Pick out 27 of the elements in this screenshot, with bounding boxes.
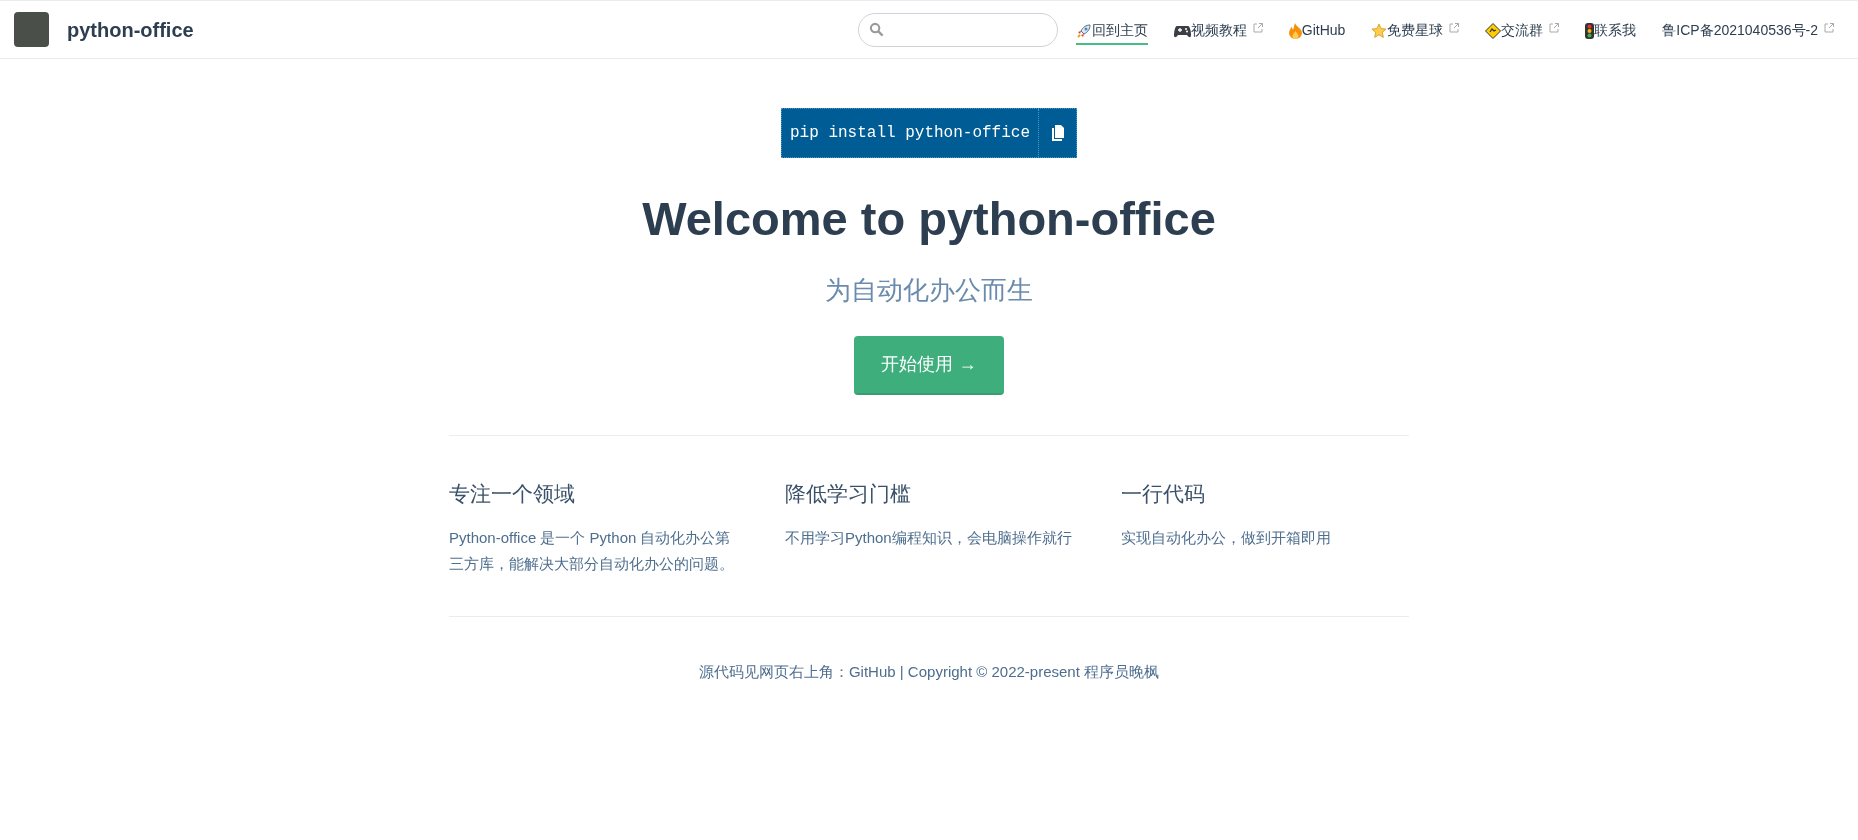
warning-sign-icon bbox=[1485, 22, 1502, 39]
site-title[interactable]: python-office bbox=[67, 14, 194, 45]
footer-text: 源代码见网页右上角：GitHub | Copyright © 2022-present 程序员晚枫 bbox=[698, 662, 1160, 683]
nav-link[interactable]: 交流群 bbox=[1485, 18, 1560, 45]
copy-icon bbox=[1050, 125, 1065, 141]
install-command: pip install python-office bbox=[788, 123, 1031, 144]
nav-link[interactable]: 联系我 bbox=[1585, 18, 1637, 45]
feature-description: 实现自动化办公，做到开箱即用 bbox=[1121, 528, 1332, 549]
nav-link[interactable]: 视频教程 bbox=[1173, 18, 1263, 45]
feature-title: 一行代码 bbox=[1121, 480, 1206, 507]
nav-link[interactable]: 鲁ICP备2021040536号-2 bbox=[1662, 18, 1834, 45]
gamepad-icon bbox=[1173, 23, 1191, 38]
feature-description: Python-office 是一个 Python 自动化办公第三方库，能解决大部分自动化办公的问题。 bbox=[449, 528, 735, 574]
fire-icon bbox=[1288, 22, 1302, 39]
star-icon bbox=[1371, 22, 1388, 39]
feature-description: 不用学习Python编程知识，会电脑操作就行 bbox=[785, 528, 1073, 549]
avatar-placeholder bbox=[14, 12, 49, 47]
feature-title: 降低学习门槛 bbox=[785, 480, 912, 507]
hero-tagline: 为自动化办公而生 bbox=[825, 273, 1033, 307]
nav-link[interactable]: 免费星球 bbox=[1371, 18, 1460, 45]
nav-link[interactable]: 回到主页 bbox=[1075, 18, 1148, 45]
feature-title: 专注一个领域 bbox=[449, 480, 576, 507]
hero-title: Welcome to python-office bbox=[642, 191, 1216, 247]
traffic-light-icon bbox=[1585, 22, 1595, 39]
rocket-icon bbox=[1075, 22, 1092, 39]
nav-link[interactable]: GitHub bbox=[1288, 18, 1346, 45]
search-icon bbox=[868, 22, 884, 37]
